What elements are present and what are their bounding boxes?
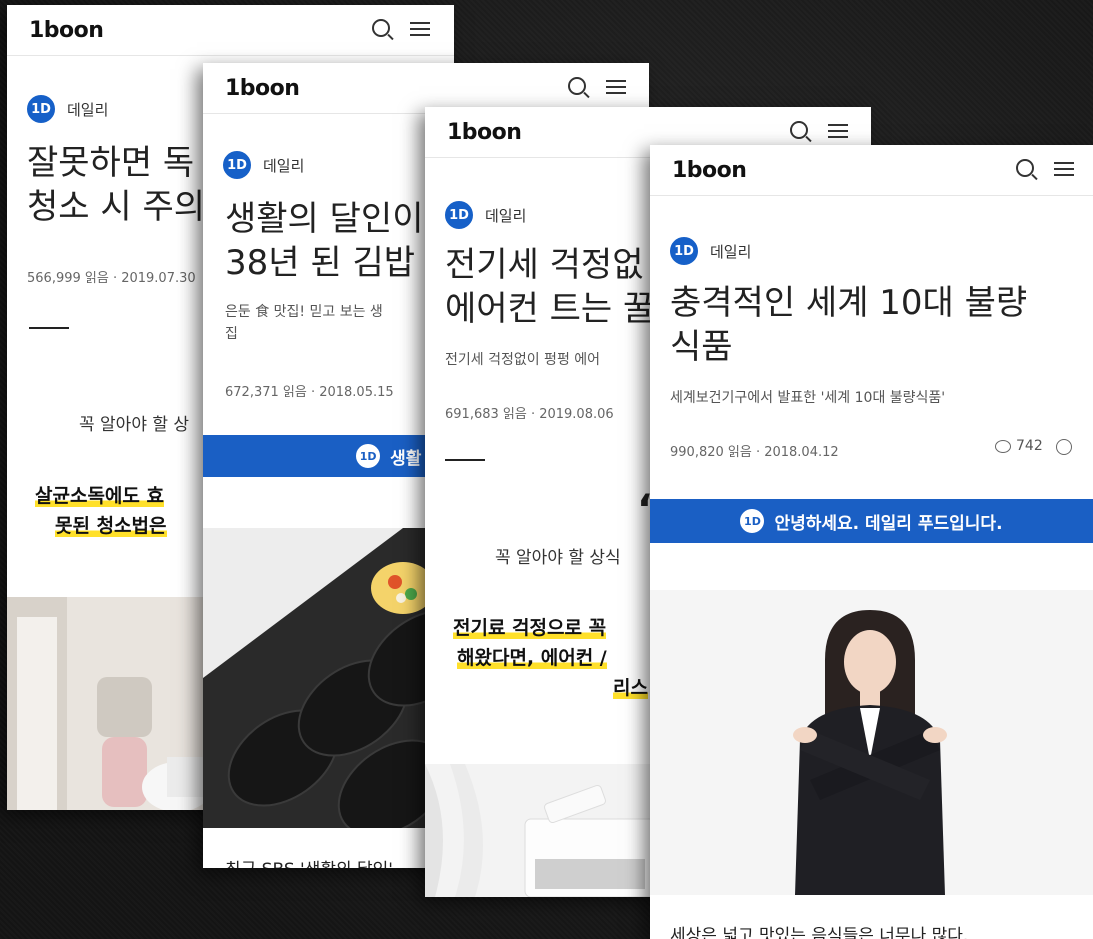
menu-icon[interactable] bbox=[606, 80, 626, 94]
daily-badge-icon: 1D bbox=[356, 444, 381, 468]
search-icon[interactable] bbox=[1016, 159, 1034, 177]
category[interactable]: 1D 데일리 bbox=[445, 201, 526, 229]
article-meta: 672,371 읽음 · 2018.05.15 bbox=[225, 385, 394, 400]
banner-text: 안녕하세요. 데일리 푸드입니다. bbox=[774, 513, 1003, 534]
top-bar: 1boon bbox=[650, 145, 1093, 196]
article-caption: 세상은 넓고 맛있는 음식들은 너무나 많다. bbox=[670, 926, 969, 939]
category-label: 데일리 bbox=[67, 100, 109, 119]
menu-icon[interactable] bbox=[828, 124, 848, 138]
article-meta: 691,683 읽음 · 2019.08.06 bbox=[445, 407, 614, 422]
comment-icon bbox=[995, 439, 1011, 453]
top-bar: 1boon bbox=[7, 5, 454, 56]
site-logo[interactable]: 1boon bbox=[672, 158, 747, 183]
daily-badge-icon: 1D bbox=[223, 151, 251, 179]
article-subtitle: 세계보건기구에서 발표한 '세계 10대 불량식품' bbox=[670, 390, 946, 406]
category-label: 데일리 bbox=[485, 206, 527, 225]
menu-icon[interactable] bbox=[1054, 162, 1074, 176]
daily-badge-icon: 1D bbox=[740, 509, 765, 533]
comment-count[interactable]: 742 bbox=[995, 438, 1043, 454]
divider bbox=[29, 327, 69, 329]
article-title: 충격적인 세계 10대 불량 식품 bbox=[670, 283, 1028, 367]
article-subtitle: 전기세 걱정없이 펑펑 에어 bbox=[445, 352, 601, 368]
article-subtitle: 은둔 食 맛집! 믿고 보는 생 집 bbox=[225, 304, 383, 342]
category[interactable]: 1D 데일리 bbox=[670, 237, 751, 265]
highlight-text: 살균소독에도 효 못된 청소법은 bbox=[35, 485, 167, 537]
search-icon[interactable] bbox=[790, 121, 808, 139]
divider bbox=[445, 459, 485, 461]
quote-text: 꼭 알아야 할 상 bbox=[79, 415, 190, 435]
search-icon[interactable] bbox=[568, 77, 586, 95]
share-icon[interactable] bbox=[1056, 439, 1072, 455]
article-card-4[interactable]: 1boon 1D 데일리 충격적인 세계 10대 불량 식품 세계보건기구에서 … bbox=[650, 145, 1093, 939]
menu-icon[interactable] bbox=[410, 22, 430, 36]
section-banner: 1D 안녕하세요. 데일리 푸드입니다. bbox=[650, 499, 1093, 543]
site-logo[interactable]: 1boon bbox=[29, 18, 104, 43]
article-title: 생활의 달인이 38년 된 김밥 bbox=[225, 199, 424, 283]
article-meta: 990,820 읽음 · 2018.04.12 bbox=[670, 445, 839, 460]
article-meta: 566,999 읽음 · 2019.07.30 bbox=[27, 271, 196, 286]
highlight-text: 전기료 걱정으로 꼭 해왔다면, 에어컨 / 리스 bbox=[453, 617, 648, 699]
site-logo[interactable]: 1boon bbox=[225, 76, 300, 101]
daily-badge-icon: 1D bbox=[27, 95, 55, 123]
daily-badge-icon: 1D bbox=[670, 237, 698, 265]
category[interactable]: 1D 데일리 bbox=[223, 151, 304, 179]
category-label: 데일리 bbox=[710, 242, 752, 261]
quote-text: 꼭 알아야 할 상식 bbox=[495, 548, 621, 568]
article-photo-woman bbox=[650, 590, 1093, 895]
article-title: 전기세 걱정없 에어컨 트는 꿀 bbox=[445, 245, 655, 329]
site-logo[interactable]: 1boon bbox=[447, 120, 522, 145]
category-label: 데일리 bbox=[263, 156, 305, 175]
search-icon[interactable] bbox=[372, 19, 390, 37]
article-caption: 최근 SBS '생활의 달인' bbox=[225, 855, 393, 868]
category[interactable]: 1D 데일리 bbox=[27, 95, 108, 123]
daily-badge-icon: 1D bbox=[445, 201, 473, 229]
article-title: 잘못하면 독 청소 시 주의 bbox=[27, 143, 206, 227]
